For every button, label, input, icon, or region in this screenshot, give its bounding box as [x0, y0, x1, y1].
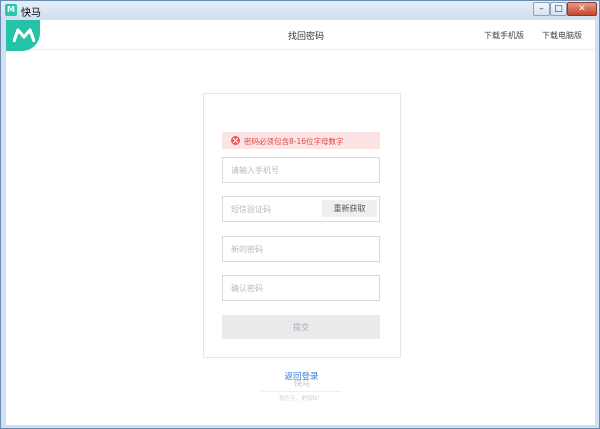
maximize-button[interactable]: □: [550, 2, 567, 16]
close-button[interactable]: ✕: [567, 2, 597, 16]
minimize-button[interactable]: –: [533, 2, 550, 16]
error-icon: [231, 136, 240, 145]
download-mobile-link[interactable]: 下载手机版: [484, 30, 524, 41]
error-message: 密码必须包含8-16位字母数字: [244, 137, 344, 146]
footer-brand: 快马: [294, 379, 310, 388]
new-password-input[interactable]: [222, 236, 380, 262]
page-header: 找回密码 下载手机版 下载电脑版: [6, 20, 595, 51]
footer-tagline: 我在乎，更相知！: [261, 391, 341, 402]
page-title: 找回密码: [287, 32, 324, 42]
download-pc-link[interactable]: 下载电脑版: [542, 30, 582, 41]
title-bar[interactable]: M 快马 – □ ✕: [1, 1, 599, 19]
client-area: 找回密码 下载手机版 下载电脑版 密码必须包含8-16位字母数字 重新获取 提交…: [6, 20, 595, 425]
error-banner: 密码必须包含8-16位字母数字: [222, 132, 380, 149]
app-window: M 快马 – □ ✕ 找回密码 下载手机版 下载电脑版 密码必须包含8-16位字…: [0, 0, 600, 429]
submit-button[interactable]: 提交: [222, 315, 380, 339]
resend-code-button[interactable]: 重新获取: [322, 200, 377, 217]
window-title: 快马: [21, 8, 41, 19]
app-icon: M: [5, 4, 17, 16]
phone-input[interactable]: [222, 157, 380, 183]
logo-icon[interactable]: [6, 20, 40, 51]
reset-password-card: 密码必须包含8-16位字母数字 重新获取 提交: [203, 93, 401, 358]
confirm-password-input[interactable]: [222, 275, 380, 301]
